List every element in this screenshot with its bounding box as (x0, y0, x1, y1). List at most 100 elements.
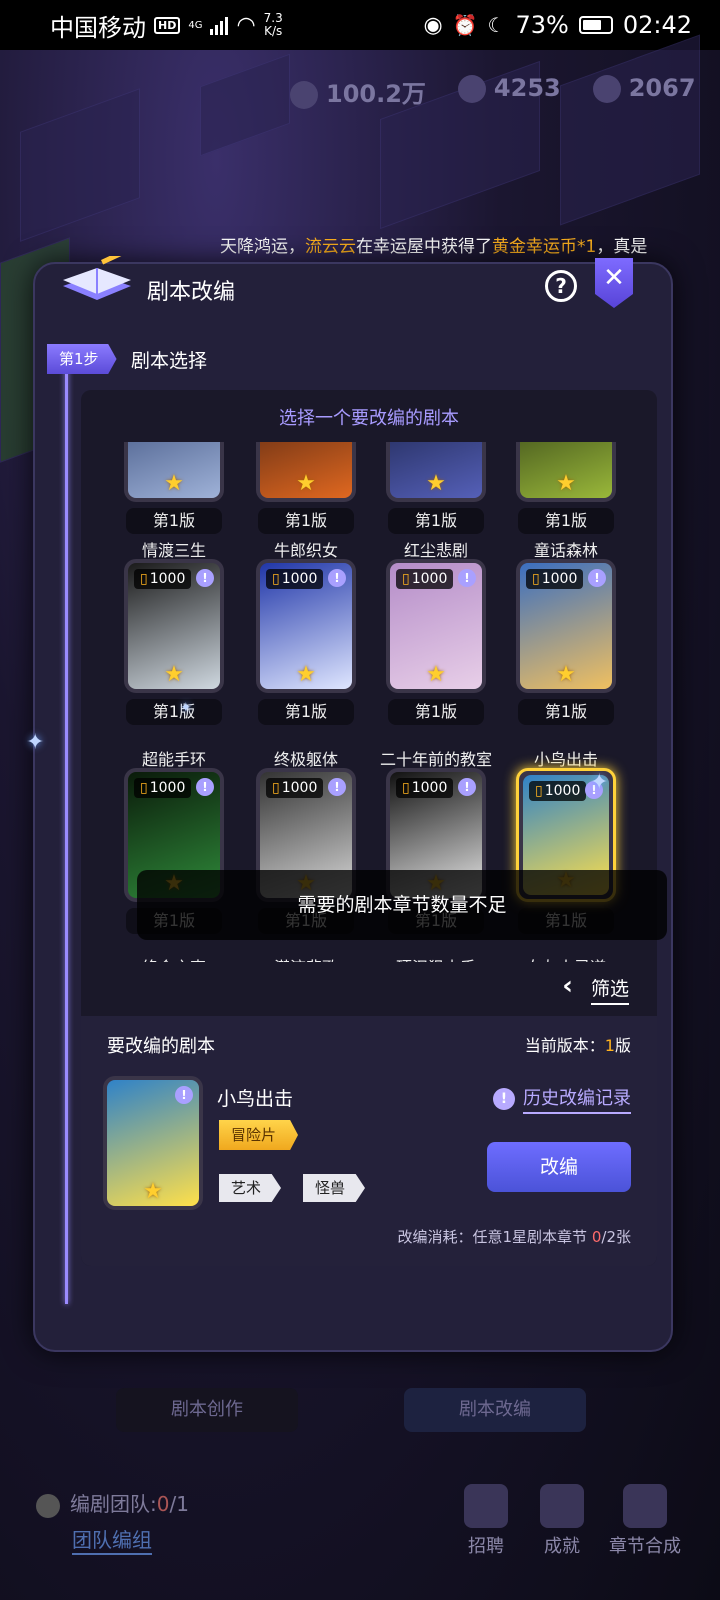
book-icon: ▯ (535, 783, 543, 799)
script-card[interactable]: 硬汉狙击手▯1000!★第1版 (371, 954, 501, 962)
info-icon[interactable]: ! (458, 569, 476, 587)
script-card[interactable]: ▯1000!★ 第1版 (241, 442, 371, 534)
script-selection-panel: 选择一个要改编的剧本 ▯1000! ★ 第1版 ▯1000! ★ 第1版 ▯1000! ★ 第1… (81, 390, 667, 1266)
selected-script-card[interactable]: ! ★ (103, 1076, 203, 1210)
currency-energy: 2067 (592, 74, 696, 109)
announcement-marquee: 天降鸿运，流云云在幸运屋中获得了黄金幸运币*1，真是 (220, 237, 648, 257)
chevron-left-icon[interactable]: ‹ (562, 973, 573, 999)
adapt-cost: 改编消耗：任意1星剧本章节 0/2张 (397, 1228, 631, 1246)
status-bar: 中国移动 HD 4G ◠ 7.3 K/s ◉ ⏰ ☾ 73% 02:42 (0, 0, 720, 50)
close-icon[interactable]: ✕ (595, 258, 633, 308)
version-label: 第1版 (258, 508, 354, 534)
script-name: 童话森林 (533, 541, 598, 560)
tab-script-create[interactable]: 剧本创作 (116, 1388, 298, 1432)
script-card[interactable]: 女友大灵道▯1000!★第1版 (501, 954, 631, 962)
info-icon[interactable]: ! (175, 1086, 193, 1104)
step-title: 剧本选择 (131, 350, 208, 372)
script-cover[interactable]: ▯1000! ★ (386, 559, 486, 693)
star-icon: ★ (426, 471, 446, 496)
panel-subtitle: 选择一个要改编的剧本 (279, 408, 459, 429)
cost-badge: ▯ 1000 (529, 781, 587, 801)
script-card[interactable]: 童话森林 ▯ 1000! ★ 第1版 (501, 537, 631, 725)
info-icon[interactable]: ! (588, 569, 606, 587)
star-icon: ★ (296, 662, 316, 687)
recruit-button[interactable]: 招聘 (446, 1484, 526, 1558)
cost-badge: ▯ 1000 (134, 569, 192, 589)
script-cover[interactable]: ▯1000!★ (386, 442, 486, 502)
script-cover[interactable]: ▯1000!★ (256, 559, 356, 693)
chapter-merge-button[interactable]: 章节合成 (600, 1484, 690, 1558)
script-cover[interactable]: ▯1000!★ (256, 442, 356, 502)
script-art: ▯1000!★ (128, 442, 220, 498)
script-cover[interactable]: ▯1000!★ (516, 559, 616, 693)
sparkle-icon: ✦ (180, 700, 192, 716)
star-icon: ★ (164, 471, 184, 496)
modal-title: 剧本改编 (147, 280, 236, 305)
script-cover[interactable]: ▯1000!★ (516, 442, 616, 502)
star-icon: ★ (143, 1179, 163, 1204)
cost-badge: ▯ 1000 (396, 569, 454, 589)
script-card[interactable]: 情渡三生 ▯ 1000! ★ 第1版 (109, 537, 239, 725)
script-card[interactable]: ▯1000!★ 第1版 (371, 442, 501, 534)
script-card[interactable]: 终会之声▯1000!★第1版 (109, 954, 239, 962)
team-link[interactable]: 团队编组 (72, 1524, 152, 1555)
clock: 02:42 (622, 11, 692, 39)
script-name: 情渡三生 (141, 541, 206, 560)
script-name: 二十年前的教室 (379, 750, 492, 769)
game-screen: 中国移动 HD 4G ◠ 7.3 K/s ◉ ⏰ ☾ 73% 02:42 100.… (0, 0, 720, 1600)
script-art: ▯1000!★ (128, 563, 220, 689)
info-icon[interactable]: ! (328, 569, 346, 587)
script-card[interactable]: 潜流悲歌▯1000!★第1版 (241, 954, 371, 962)
info-icon[interactable]: ! (196, 778, 214, 796)
script-art: ▯1000!★ (260, 442, 352, 498)
star-icon: ★ (426, 662, 446, 687)
help-icon[interactable]: ? (545, 270, 577, 302)
script-name: 女友大灵道 (501, 954, 631, 962)
info-icon[interactable]: ! (458, 778, 476, 796)
eye-icon: ◉ (423, 12, 443, 38)
tag-art: 艺术 (219, 1174, 282, 1202)
achievement-button[interactable]: 成就 (522, 1484, 602, 1558)
cost-badge: ▯ 1000 (526, 569, 584, 589)
currency-coin: 100.2万 (290, 74, 426, 109)
recruit-icon (464, 1484, 508, 1528)
version-label: 第1版 (258, 699, 354, 725)
version-label: 第1版 (388, 699, 484, 725)
adapt-button[interactable]: 改编 (487, 1142, 631, 1192)
version-label: 第1版 (126, 699, 222, 725)
cost-badge: ▯ 1000 (266, 778, 324, 798)
background-tabs: 剧本创作 剧本改编 (116, 1388, 586, 1432)
script-card[interactable]: 红尘悲剧 ▯ 1000! ★ 第1版 (371, 537, 501, 725)
script-name: 超能手环 (141, 750, 206, 769)
script-name: 牛郎织女 (273, 541, 338, 560)
chapter-icon (623, 1484, 667, 1528)
script-card[interactable]: 牛郎织女 ▯ 1000! ★ 第1版 (241, 537, 371, 725)
carrier-label: 中国移动 (50, 13, 146, 42)
script-cover[interactable]: ▯1000!★ (124, 559, 224, 693)
book-icon: ▯ (272, 571, 280, 587)
tag-monster: 怪兽 (303, 1174, 366, 1202)
version-label: 第1版 (518, 699, 614, 725)
script-art: ▯1000!★ (520, 442, 612, 498)
energy-icon (592, 75, 621, 103)
selected-script-art: ! ★ (107, 1080, 199, 1206)
cost-badge: ▯ 1000 (134, 778, 192, 798)
step-tag: 第1步 (47, 344, 117, 374)
hd-icon: HD (154, 16, 181, 34)
book-icon: ▯ (272, 780, 280, 796)
cost-badge: ▯ 1000 (396, 778, 454, 798)
network-label: 4G (188, 19, 203, 31)
filter-button[interactable]: 筛选 (590, 974, 629, 1005)
script-cover[interactable]: ▯1000!★ (124, 442, 224, 502)
sparkle-icon: ✦ (26, 730, 45, 755)
medal-icon (540, 1484, 584, 1528)
info-icon[interactable]: ! (196, 569, 214, 587)
script-card[interactable]: ▯1000!★ 第1版 (109, 442, 239, 534)
script-card[interactable]: ▯1000!★ 第1版 (501, 442, 631, 534)
tab-script-adapt[interactable]: 剧本改编 (404, 1388, 586, 1432)
alarm-icon: ⏰ (452, 13, 478, 37)
history-link[interactable]: ! 历史改编记录 (493, 1084, 631, 1114)
version-label: 第1版 (388, 508, 484, 534)
genre-badge: 冒险片 (219, 1120, 299, 1150)
info-icon[interactable]: ! (328, 778, 346, 796)
